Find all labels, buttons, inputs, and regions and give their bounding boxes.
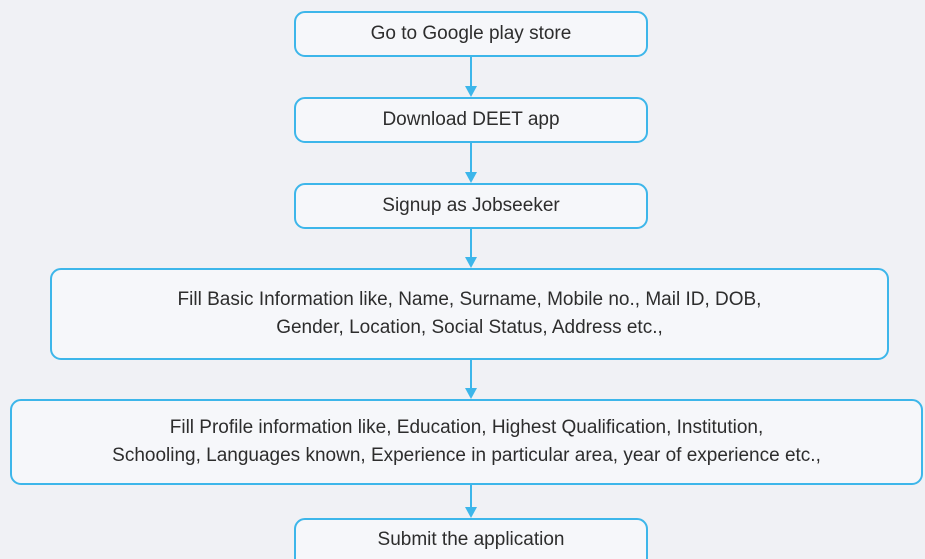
step-label-line-2: Schooling, Languages known, Experience i… xyxy=(112,445,821,466)
step-label: Signup as Jobseeker xyxy=(382,195,560,216)
arrow-3-4 xyxy=(465,229,477,268)
step-submit-application: Submit the application xyxy=(294,518,648,559)
step-profile-information: Fill Profile information like, Education… xyxy=(10,399,923,485)
arrow-1-2 xyxy=(465,57,477,97)
step-signup: Signup as Jobseeker xyxy=(294,183,648,229)
arrow-2-3 xyxy=(465,143,477,183)
step-label: Submit the application xyxy=(377,529,565,550)
step-label-line-1: Fill Basic Information like, Name, Surna… xyxy=(177,289,762,310)
step-label-line-1: Fill Profile information like, Education… xyxy=(169,417,764,438)
step-google-play-store: Go to Google play store xyxy=(294,11,648,57)
arrow-4-5 xyxy=(465,360,477,399)
step-label-line-2: Gender, Location, Social Status, Address… xyxy=(276,317,663,338)
step-download-app: Download DEET app xyxy=(294,97,648,143)
step-label: Go to Google play store xyxy=(370,23,572,44)
step-label: Download DEET app xyxy=(382,109,560,130)
flowchart: Go to Google play store Download DEET ap… xyxy=(0,0,925,559)
arrow-5-6 xyxy=(465,485,477,518)
step-basic-information: Fill Basic Information like, Name, Surna… xyxy=(50,268,889,360)
